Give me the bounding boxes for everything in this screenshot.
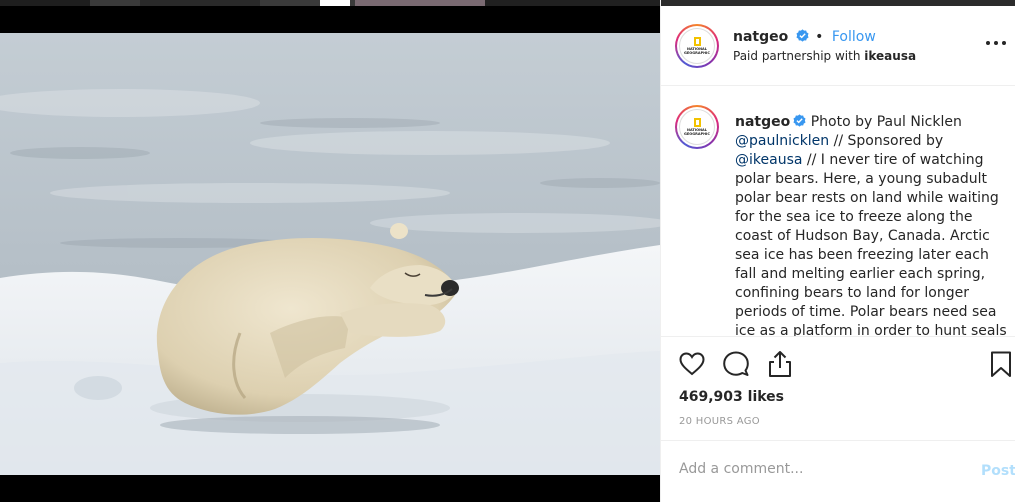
header-title-row: natgeo • Follow (733, 29, 876, 45)
bookmark-icon[interactable] (986, 349, 1015, 379)
caption-username-link[interactable]: natgeo (735, 114, 790, 130)
comment-row: Post (661, 441, 1015, 502)
mention-paulnicklen[interactable]: @paulnicklen (735, 133, 829, 149)
post-sidebar: NATIONAL GEOGRAPHIC natgeo • Follow Paid… (660, 0, 1015, 502)
post-comment-button[interactable]: Post (981, 463, 1015, 479)
partner-link[interactable]: ikeausa (864, 49, 916, 63)
avatar[interactable]: NATIONAL GEOGRAPHIC (675, 24, 719, 68)
national-geographic-logo-icon: NATIONAL GEOGRAPHIC (679, 28, 715, 64)
heart-icon[interactable] (677, 349, 707, 379)
verified-badge-icon (793, 114, 806, 127)
more-options-icon[interactable] (984, 36, 1008, 50)
speech-bubble-icon[interactable] (721, 349, 751, 379)
post-caption: natgeo Photo by Paul Nicklen @paulnickle… (735, 114, 1007, 337)
action-bar (661, 343, 1015, 387)
post-timestamp[interactable]: 20 HOURS AGO (679, 416, 760, 427)
national-geographic-logo-icon: NATIONAL GEOGRAPHIC (679, 109, 715, 145)
separator-dot: • (815, 29, 824, 45)
post-photo[interactable] (0, 33, 660, 475)
paid-partnership-label: Paid partnership with ikeausa (733, 49, 917, 63)
polar-bear-photo (0, 33, 660, 475)
verified-badge-icon (796, 29, 809, 42)
comment-input[interactable] (679, 461, 949, 477)
share-icon[interactable] (765, 349, 795, 379)
mention-ikeausa[interactable]: @ikeausa (735, 152, 802, 168)
follow-button[interactable]: Follow (832, 29, 876, 45)
media-pane (0, 0, 660, 502)
likes-count[interactable]: 469,903 likes (679, 389, 784, 405)
caption-avatar[interactable]: NATIONAL GEOGRAPHIC (675, 105, 719, 149)
post-header: NATIONAL GEOGRAPHIC natgeo • Follow Paid… (661, 6, 1015, 86)
username-link[interactable]: natgeo (733, 29, 788, 45)
caption-area: NATIONAL GEOGRAPHIC natgeo Photo by Paul… (661, 87, 1015, 337)
background-feed-strip (0, 0, 660, 6)
